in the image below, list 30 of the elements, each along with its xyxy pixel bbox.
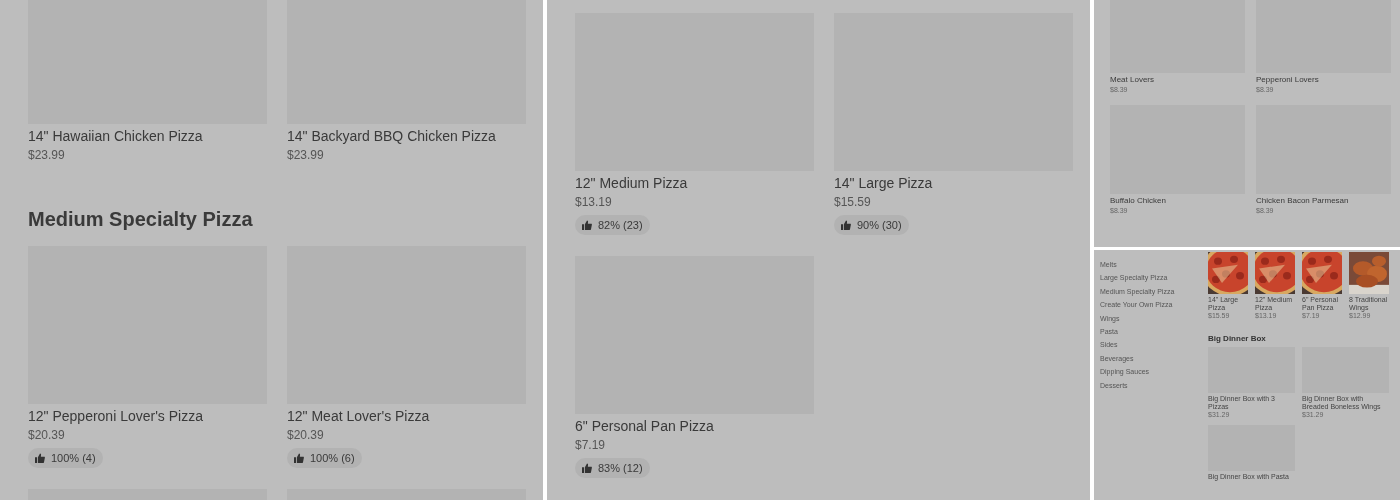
item-name[interactable]: 14" Backyard BBQ Chicken Pizza (287, 126, 526, 146)
rating-text: 83% (12) (598, 460, 643, 476)
item-price: $23.99 (28, 147, 66, 164)
item-price: $15.59 (834, 194, 872, 211)
item-price: $23.99 (287, 147, 325, 164)
item-name[interactable]: 12" Medium Pizza (575, 173, 814, 193)
item-name[interactable]: 12" Meat Lover's Pizza (287, 406, 526, 426)
item-name[interactable]: Chicken Bacon Parmesan (1256, 196, 1391, 206)
item-name[interactable]: Meat Lovers (1110, 75, 1245, 85)
rating-text: 82% (23) (598, 217, 643, 233)
item-name[interactable]: 6" Personal Pan Pizza (575, 416, 814, 436)
section-heading: Big Dinner Box (1208, 334, 1267, 343)
thumbs-up-icon (582, 220, 592, 230)
rating-text: 100% (4) (51, 450, 96, 466)
item-name[interactable]: 14" Large Pizza (834, 173, 1073, 193)
item-name[interactable]: Pepperoni Lovers (1256, 75, 1391, 85)
item-price: $13.19 (575, 194, 613, 211)
item-name[interactable]: 14" Hawaiian Chicken Pizza (28, 126, 267, 146)
rating-text: 90% (30) (857, 217, 902, 233)
thumbs-up-icon (841, 220, 851, 230)
item-price: $20.39 (28, 427, 66, 444)
section-heading: Medium Specialty Pizza (28, 207, 254, 232)
item-name[interactable]: Buffalo Chicken (1110, 196, 1245, 206)
thumbs-up-icon (294, 453, 304, 463)
thumbs-up-icon (35, 453, 45, 463)
rating-text: 100% (6) (310, 450, 355, 466)
item-price: $7.19 (575, 437, 607, 454)
thumbs-up-icon (582, 463, 592, 473)
item-price: $20.39 (287, 427, 325, 444)
item-name[interactable]: 12" Pepperoni Lover's Pizza (28, 406, 267, 426)
